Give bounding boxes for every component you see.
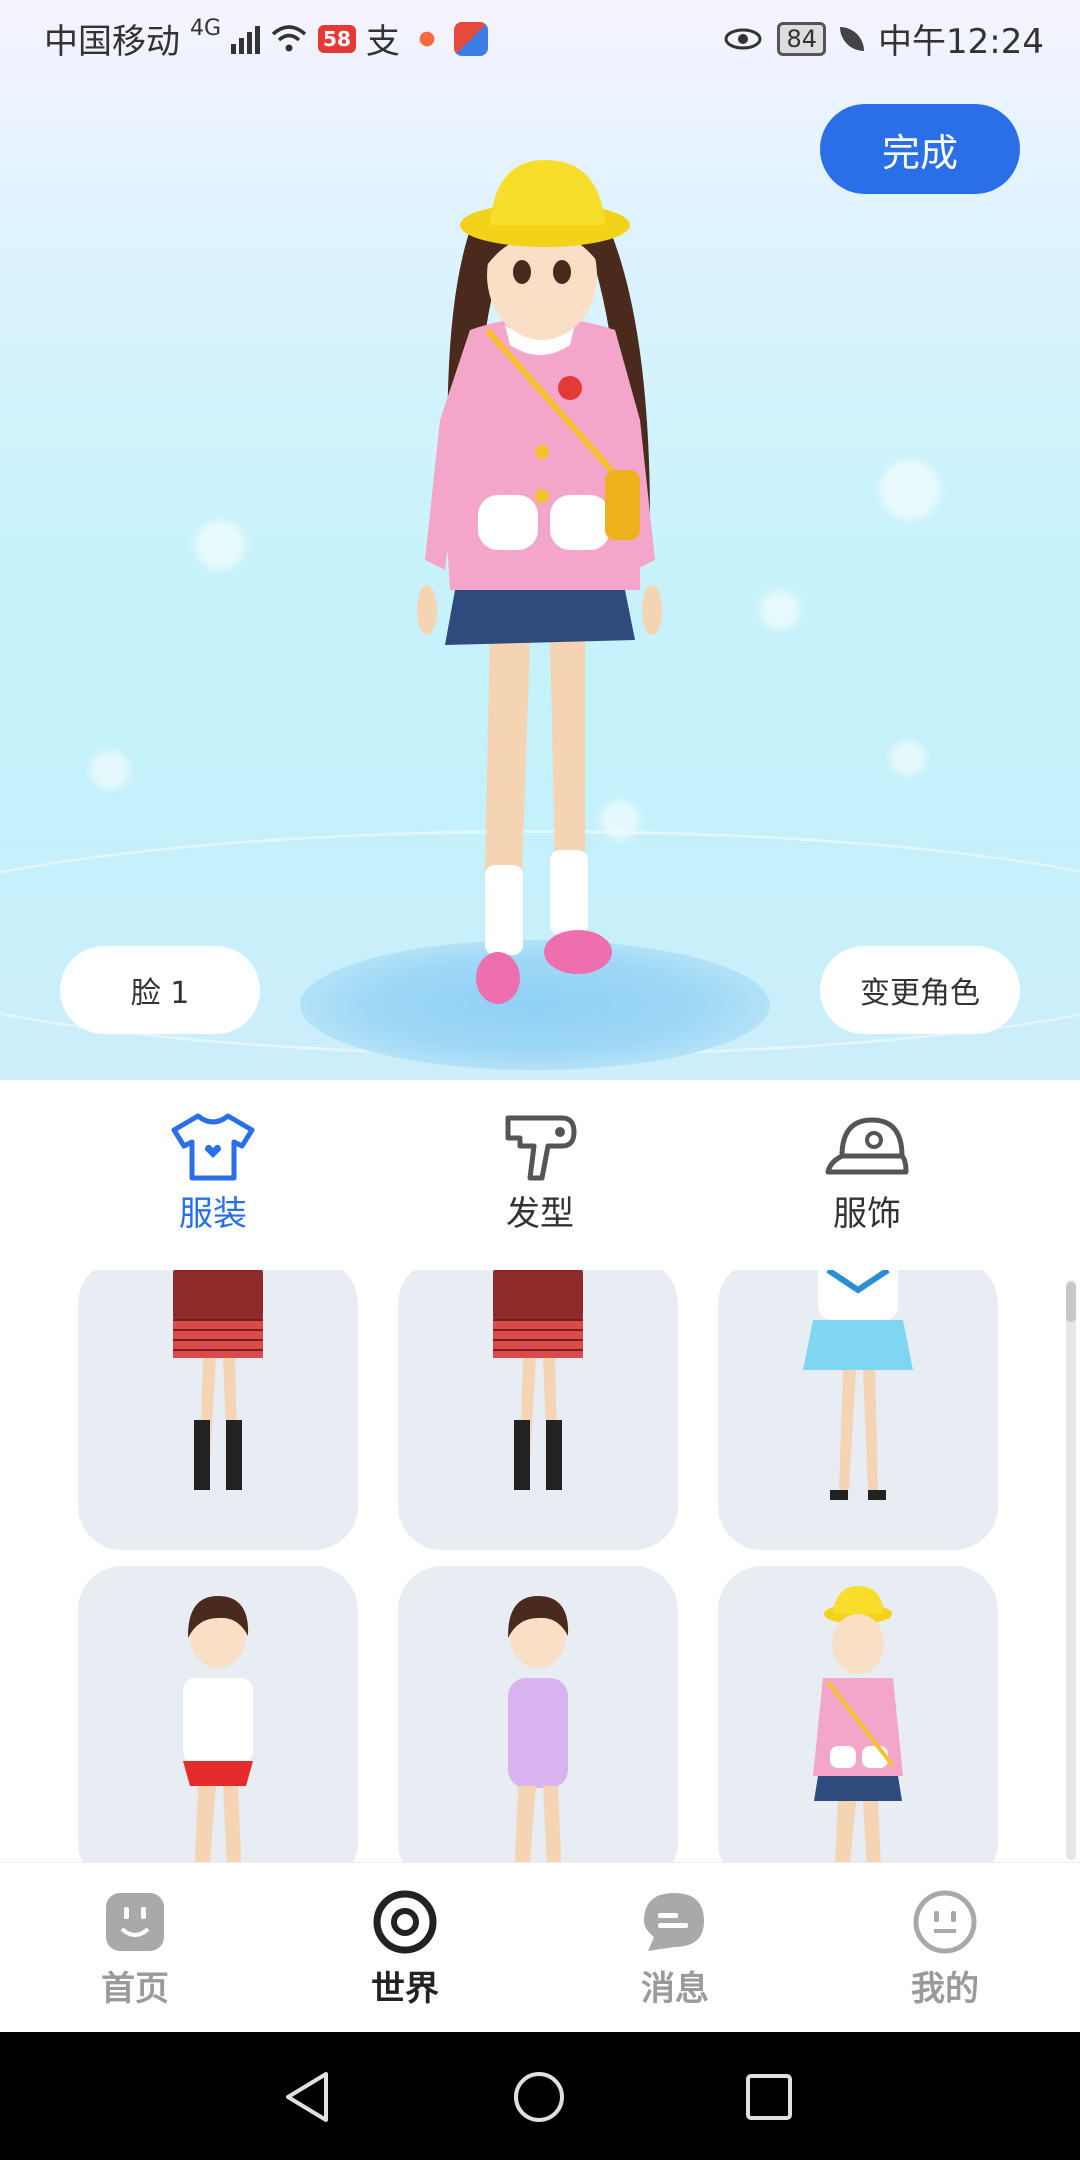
outfit-grid: [0, 1270, 1080, 1862]
outfit-card[interactable]: [78, 1566, 358, 1862]
outfit-card[interactable]: [718, 1566, 998, 1862]
message-bubble-icon: [644, 1893, 704, 1951]
back-icon[interactable]: [282, 2070, 332, 2124]
hair-dryer-icon: [505, 1115, 577, 1181]
status-bar: 中国移动 4G 58 支 84 中午12:24: [0, 0, 1080, 76]
nav-home-label: 首页: [101, 1969, 169, 2009]
outfit-thumbnail: [508, 1596, 569, 1862]
outfit-card[interactable]: [398, 1566, 678, 1862]
character-preview[interactable]: 完成 脸 1 变更角色: [0, 0, 1080, 1080]
carrier-label: 中国移动: [44, 22, 180, 62]
home-face-icon: [106, 1893, 164, 1951]
bottom-navigation: 首页 世界 消息 我的: [0, 1862, 1080, 2033]
category-tabs: 服装 发型 服饰: [0, 1080, 1080, 1270]
outfit-card[interactable]: [718, 1270, 998, 1550]
tab-accessories[interactable]: 服饰: [767, 1112, 967, 1235]
signal-icon: [231, 24, 261, 54]
nav-world-label: 世界: [371, 1969, 439, 2009]
app58-icon: 58: [318, 24, 356, 53]
network-type: 4G: [190, 16, 222, 41]
nav-messages[interactable]: 消息: [575, 1889, 775, 2010]
outfit-thumbnail: [813, 1586, 903, 1862]
tab-clothing[interactable]: 服装: [113, 1112, 313, 1235]
tshirt-icon: [171, 1113, 255, 1181]
nav-world[interactable]: 世界: [305, 1889, 505, 2010]
tab-accessories-label: 服饰: [833, 1194, 901, 1234]
outfit-thumbnail: [493, 1270, 583, 1490]
video-app-icon: [409, 21, 444, 56]
tab-hairstyle-label: 发型: [506, 1194, 574, 1234]
change-character-button[interactable]: 变更角色: [820, 946, 1020, 1034]
clock: 中午12:24: [878, 22, 1044, 62]
leaf-icon: [840, 26, 865, 51]
face-select-button[interactable]: 脸 1: [60, 946, 260, 1034]
nav-profile-label: 我的: [911, 1969, 979, 2009]
outfit-thumbnail: [183, 1596, 253, 1862]
outfit-card[interactable]: [398, 1270, 678, 1550]
grid-scrollbar[interactable]: [1066, 1280, 1076, 1860]
nav-home[interactable]: 首页: [35, 1889, 235, 2010]
tab-clothing-label: 服装: [179, 1194, 247, 1234]
browser-app-icon: [453, 21, 488, 56]
home-icon[interactable]: [512, 2070, 566, 2124]
recents-icon[interactable]: [744, 2070, 794, 2124]
nav-messages-label: 消息: [641, 1969, 709, 2009]
done-button[interactable]: 完成: [820, 104, 1020, 194]
eye-icon: [724, 28, 762, 49]
outfit-card[interactable]: [78, 1270, 358, 1550]
battery-icon: 84: [777, 21, 827, 56]
tab-hairstyle[interactable]: 发型: [440, 1112, 640, 1235]
profile-face-icon: [913, 1890, 977, 1954]
cap-icon: [825, 1117, 909, 1175]
wifi-icon: [271, 24, 307, 51]
system-navigation-bar: [0, 2032, 1080, 2160]
grid-scroll-thumb[interactable]: [1066, 1282, 1076, 1322]
alipay-icon: 支: [365, 22, 400, 62]
outfit-thumbnail: [173, 1270, 263, 1490]
nav-profile[interactable]: 我的: [845, 1889, 1045, 2010]
world-target-icon: [373, 1890, 437, 1954]
outfit-thumbnail: [803, 1270, 913, 1500]
